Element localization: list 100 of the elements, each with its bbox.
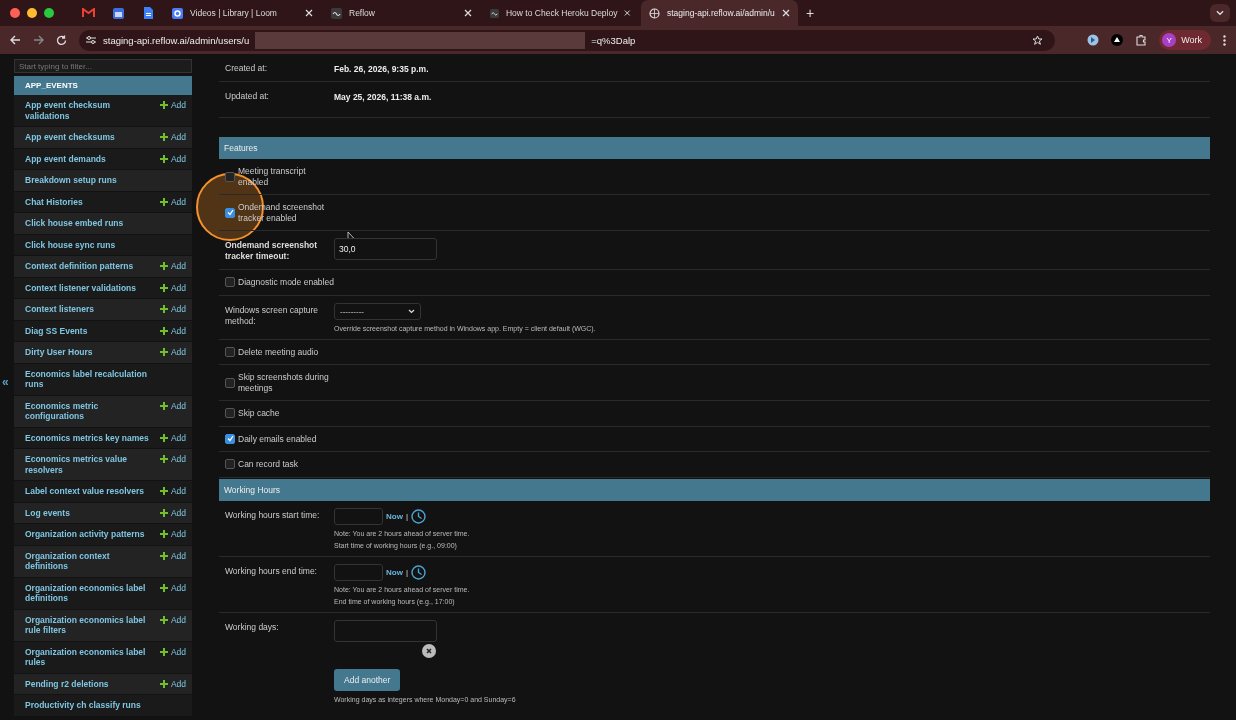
add-link[interactable]: Add — [159, 304, 186, 314]
model-link[interactable]: Dirty User Hours — [25, 347, 93, 358]
add-link[interactable]: Add — [159, 529, 186, 539]
checkbox[interactable] — [225, 459, 235, 470]
time-field[interactable] — [334, 507, 383, 525]
model-link[interactable]: Organization economics label definitions — [25, 582, 150, 604]
add-link[interactable]: Add — [159, 325, 186, 336]
model-link[interactable]: Click house sync runs — [25, 239, 116, 250]
forward-icon[interactable] — [33, 35, 44, 45]
model-link[interactable]: Economics label recalculation runs — [25, 368, 150, 390]
close-icon[interactable] — [624, 9, 631, 17]
add-link[interactable]: Add — [159, 614, 186, 625]
back-icon[interactable] — [10, 35, 21, 45]
app-header[interactable]: APP_EVENTS — [14, 76, 192, 95]
add-link[interactable]: Add — [159, 100, 186, 110]
profile-button[interactable]: Y Work — [1159, 30, 1211, 50]
plus-icon — [159, 326, 168, 335]
star-icon[interactable] — [1032, 34, 1044, 46]
model-link[interactable]: Context listener validations — [25, 282, 136, 293]
add-link[interactable]: Add — [159, 432, 186, 443]
model-link[interactable]: Context listeners — [25, 304, 94, 315]
add-link[interactable]: Add — [159, 507, 186, 518]
minimize-window-button[interactable] — [27, 8, 37, 18]
add-link[interactable]: Add — [159, 454, 186, 464]
model-link[interactable]: Economics metrics key names — [25, 432, 149, 443]
browser-tab[interactable]: staging-api.reflow.ai/admin/u — [641, 0, 798, 26]
browser-tab[interactable]: Reflow — [323, 0, 480, 26]
filter-field[interactable]: Start typing to filter... — [14, 59, 192, 73]
close-icon[interactable] — [782, 9, 790, 17]
checkbox[interactable] — [225, 408, 235, 419]
puzzle-icon[interactable] — [1135, 34, 1148, 46]
add-link[interactable]: Add — [159, 196, 186, 207]
plus-icon — [159, 647, 168, 656]
time-field[interactable] — [334, 563, 383, 581]
model-link[interactable]: Organization activity patterns — [25, 529, 145, 540]
add-link[interactable]: Add — [159, 678, 186, 689]
model-link[interactable]: Economics metric configurations — [25, 400, 150, 422]
close-icon[interactable] — [464, 9, 472, 17]
address-bar[interactable]: staging-api.reflow.ai/admin/users/u =q%3Dalp — [79, 29, 1056, 51]
plus-icon — [159, 508, 168, 517]
model-link[interactable]: Chat Histories — [25, 196, 83, 207]
model-link[interactable]: App event checksum validations — [25, 100, 150, 121]
close-icon — [426, 647, 432, 654]
checkbox[interactable] — [225, 277, 235, 288]
browser-tab[interactable]: How to Check Heroku Deploy — [482, 0, 639, 26]
checkbox[interactable] — [225, 346, 235, 357]
model-link[interactable]: Organization economics label rules — [25, 646, 150, 668]
clock-icon[interactable] — [410, 564, 426, 580]
collapse-sidebar-button[interactable]: « — [0, 375, 9, 389]
now-link[interactable]: Now — [386, 567, 403, 577]
add-link[interactable]: Add — [159, 132, 186, 142]
add-link[interactable]: Add — [159, 486, 186, 496]
input-field[interactable] — [334, 619, 437, 642]
site-settings-icon[interactable] — [85, 35, 97, 45]
add-another-button[interactable]: Add another — [334, 668, 401, 691]
reload-icon[interactable] — [56, 34, 67, 46]
add-link[interactable]: Add — [159, 400, 186, 411]
remove-button[interactable] — [422, 643, 436, 658]
add-link[interactable]: Add — [159, 347, 186, 357]
now-link[interactable]: Now — [386, 511, 403, 521]
model-link[interactable]: Economics metrics value resolvers — [25, 454, 150, 475]
add-link[interactable]: Add — [159, 261, 186, 271]
model-link[interactable]: Productivity ch classify runs — [25, 700, 141, 711]
model-link[interactable]: Click house embed runs — [25, 218, 124, 229]
tab-search-button[interactable] — [1210, 4, 1230, 22]
model-link[interactable]: App event demands — [25, 153, 106, 164]
model-link[interactable]: Label context value resolvers — [25, 486, 145, 497]
field-value: May 25, 2026, 11:38 a.m. — [334, 91, 432, 102]
clock-icon[interactable] — [410, 508, 426, 524]
zoom-window-button[interactable] — [44, 8, 54, 18]
model-link[interactable]: Breakdown setup runs — [25, 175, 117, 186]
chevron-down-icon — [408, 308, 415, 314]
model-link[interactable]: Organization economics label rule filters — [25, 614, 150, 636]
new-tab-button[interactable]: + — [800, 5, 821, 21]
loom-icon — [172, 7, 183, 19]
input-field[interactable]: 30,0 — [334, 238, 437, 260]
model-link[interactable]: Log events — [25, 507, 70, 518]
model-link[interactable]: Diag SS Events — [25, 325, 88, 336]
plus-icon — [159, 433, 168, 442]
close-icon[interactable] — [305, 9, 313, 17]
add-link[interactable]: Add — [159, 646, 186, 657]
model-link[interactable]: Organization context definitions — [25, 550, 150, 572]
extension-icon[interactable] — [1087, 34, 1100, 46]
mail-icon — [81, 8, 95, 18]
model-link[interactable]: Pending r2 deletions — [25, 678, 109, 689]
checkbox[interactable] — [225, 171, 235, 182]
separator: | — [405, 511, 408, 521]
add-link[interactable]: Add — [159, 550, 186, 561]
model-link[interactable]: Context definition patterns — [25, 261, 134, 272]
select-field[interactable]: --------- — [334, 302, 421, 320]
checkbox[interactable] — [225, 433, 235, 444]
browser-tab[interactable]: Videos | Library | Loom — [164, 0, 321, 26]
menu-icon[interactable] — [1223, 34, 1226, 46]
add-link[interactable]: Add — [159, 282, 186, 293]
checkbox[interactable] — [225, 377, 235, 388]
close-window-button[interactable] — [10, 8, 20, 18]
add-link[interactable]: Add — [159, 582, 186, 593]
model-link[interactable]: App event checksums — [25, 132, 115, 143]
checkbox[interactable] — [225, 207, 235, 218]
add-link[interactable]: Add — [159, 153, 186, 164]
